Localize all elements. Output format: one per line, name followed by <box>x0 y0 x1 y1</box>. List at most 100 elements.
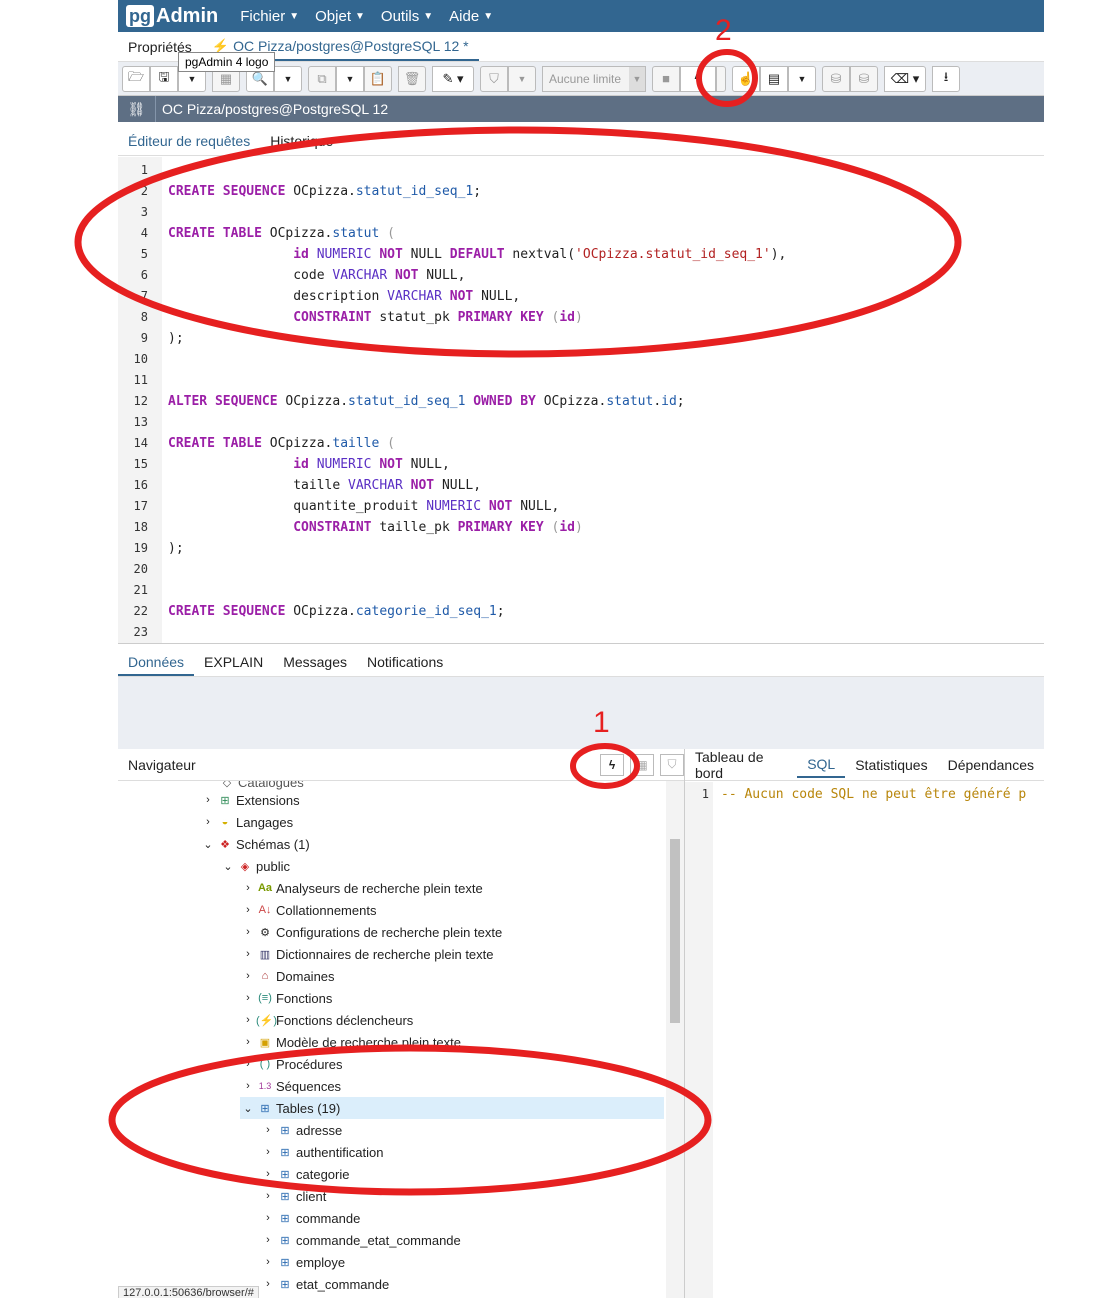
edit-group: ✎ ▾ <box>432 65 474 92</box>
line-number: 8 <box>140 310 148 324</box>
filter-icon: ⛉ <box>667 757 677 771</box>
menu-outils[interactable]: Outils ▼ <box>381 8 433 25</box>
tree-item-extensions[interactable]: › ⊞ Extensions <box>200 789 299 811</box>
tree-scrollbar[interactable] <box>666 781 684 1298</box>
rollback-button[interactable]: ⛁ <box>850 65 878 92</box>
menu-objet-label: Objet <box>315 7 351 25</box>
chevron-down-icon: ▼ <box>355 10 365 22</box>
tree-item-functions[interactable]: › (≡) Fonctions <box>240 987 332 1009</box>
table-icon: ⊞ <box>280 1168 290 1181</box>
connection-label[interactable]: OC Pizza/postgres@PostgreSQL 12 <box>162 101 388 117</box>
tree-item-collations[interactable]: › A↓ Collationnements <box>240 899 376 921</box>
tree-item-table[interactable]: › ⊞ authentification <box>260 1141 383 1163</box>
tree-item-label: etat_commande <box>296 1276 390 1292</box>
grid-icon: ▦ <box>636 757 648 772</box>
delete-button[interactable]: 🗑 <box>398 65 426 92</box>
line-number: 16 <box>133 478 148 492</box>
query-tool-button[interactable]: ϟ <box>600 753 624 776</box>
explain-dropdown-button[interactable]: ▼ <box>788 65 816 92</box>
filter-dropdown-button[interactable]: ▼ <box>508 65 536 92</box>
tab-history[interactable]: Historique <box>260 133 343 155</box>
copy-dropdown-button[interactable]: ▼ <box>336 65 364 92</box>
eraser-icon: ⌫ ▾ <box>890 70 920 86</box>
menu-fichier[interactable]: Fichier ▼ <box>240 8 299 25</box>
tree-item-languages[interactable]: › ◒ Langages <box>200 811 293 833</box>
stop-button[interactable]: ■ <box>652 65 680 92</box>
code-line: 4 CREATE TABLE OCpizza.statut ( <box>118 223 1044 244</box>
transaction-group: ☝ ▤ ▼ <box>732 65 816 92</box>
clear-button[interactable]: ⌫ ▾ <box>884 65 926 92</box>
tree-item-table[interactable]: › ⊞ commande <box>260 1207 360 1229</box>
line-number: 14 <box>133 436 148 450</box>
sql-editor[interactable]: 1 2 CREATE SEQUENCE OCpizza.statut_id_seq… <box>118 157 1044 644</box>
paste-button[interactable]: 📋 <box>364 65 392 92</box>
tab-query-editor[interactable]: Éditeur de requêtes <box>118 133 260 155</box>
tree-item-tables[interactable]: ⌄ ⊞ Tables (19) <box>240 1097 664 1119</box>
execute-button[interactable]: ϟ <box>680 65 716 92</box>
line-number: 21 <box>133 583 148 597</box>
filter-group: ⛉ ▼ <box>480 65 536 92</box>
tree-item-table[interactable]: › ⊞ categorie <box>260 1163 349 1185</box>
tree-item-label: Tables (19) <box>276 1100 341 1116</box>
code-line: 14 CREATE TABLE OCpizza.taille ( <box>118 433 1044 454</box>
tree-item-table[interactable]: › ⊞ employe <box>260 1251 345 1273</box>
tree-item-public[interactable]: ⌄ ◈ public <box>220 855 290 877</box>
sql-gutter <box>685 782 713 1298</box>
tree-item-label: Modèle de recherche plein texte <box>276 1034 462 1050</box>
line-number: 10 <box>133 352 148 366</box>
menu-objet[interactable]: Objet ▼ <box>315 8 365 25</box>
copy-button[interactable]: ⧉ <box>308 65 336 92</box>
chevron-down-icon: ▼ <box>289 10 300 22</box>
filter-button[interactable]: ⛉ <box>480 65 508 92</box>
tree-item-fts-configurations[interactable]: › ⚙ Configurations de recherche plein text… <box>240 921 502 943</box>
explain-options-button[interactable]: ▤ <box>760 65 788 92</box>
explain-button[interactable]: ☝ <box>732 65 760 92</box>
scrollbar-thumb[interactable] <box>670 839 680 1023</box>
tab-messages[interactable]: Messages <box>273 654 357 676</box>
connection-status-icon[interactable]: ⛓ <box>118 96 156 122</box>
save-button[interactable]: 🖫 <box>150 65 178 92</box>
filter-rows-button[interactable]: ⛉ <box>660 753 684 776</box>
tab-sql[interactable]: SQL <box>797 756 846 778</box>
tab-statistics[interactable]: Statistiques <box>845 757 937 773</box>
download-button[interactable]: ⭳ <box>932 65 960 92</box>
tree-item-table[interactable]: › ⊞ adresse <box>260 1119 342 1141</box>
commit-button[interactable]: ⛁ <box>822 65 850 92</box>
tab-notifications[interactable]: Notifications <box>357 654 453 676</box>
tree-item-table[interactable]: › ⊞ etat_commande <box>260 1273 389 1295</box>
annotation-label-1: 1 <box>593 706 610 739</box>
tree-item-fts-dictionaries[interactable]: › ▥ Dictionnaires de recherche plein texte <box>240 943 493 965</box>
tree-item-table[interactable]: › ⊞ commande_etat_commande <box>260 1229 461 1251</box>
code-line: 8 CONSTRAINT statut_pk PRIMARY KEY (id) <box>118 307 1044 328</box>
tree-item-table[interactable]: › ⊞ client <box>260 1185 326 1207</box>
tree-item-domains[interactable]: › ⌂ Domaines <box>240 965 334 987</box>
view-data-button[interactable]: ▦ <box>630 753 654 776</box>
tree-item-fts-templates[interactable]: › ▣ Modèle de recherche plein texte <box>240 1031 461 1053</box>
line-number: 1 <box>701 787 709 801</box>
pgadmin-logo[interactable]: pg Admin <box>126 5 218 28</box>
tree-item-procedures[interactable]: › ( ) Procédures <box>240 1053 342 1075</box>
pencil-icon: ✎ ▾ <box>442 70 464 86</box>
menu-aide[interactable]: Aide ▼ <box>449 8 493 25</box>
tab-explain[interactable]: EXPLAIN <box>194 654 273 676</box>
table-icon: ⊞ <box>280 1256 290 1269</box>
lightning-icon: ϟ <box>608 757 616 772</box>
sql-comment: -- Aucun code SQL ne peut être généré p <box>721 787 1027 802</box>
database-rollback-icon: ⛁ <box>858 70 870 86</box>
tree-item-label: Fonctions déclencheurs <box>276 1012 414 1028</box>
open-file-button[interactable]: 🗁 <box>122 65 150 92</box>
tab-data-output[interactable]: Données <box>118 654 195 676</box>
tree-item-fts-parsers[interactable]: › Aa Analyseurs de recherche plein texte <box>240 877 483 899</box>
tree-item-schemas[interactable]: ⌄ ❖ Schémas (1) <box>200 833 309 855</box>
find-dropdown-button[interactable]: ▼ <box>274 65 302 92</box>
edit-button[interactable]: ✎ ▾ <box>432 65 474 92</box>
tab-dependencies[interactable]: Dépendances <box>938 757 1044 773</box>
chevron-right-icon: › <box>266 1146 270 1158</box>
execute-dropdown-button[interactable] <box>716 65 726 92</box>
tree-item-sequences[interactable]: › 1.3 Séquences <box>240 1075 341 1097</box>
tree-item-trigger-functions[interactable]: › (⚡) Fonctions déclencheurs <box>240 1009 413 1031</box>
row-limit-select[interactable]: Aucune limite ▼ <box>542 65 646 92</box>
code-line: 16 taille VARCHAR NOT NULL, <box>118 475 1044 496</box>
tab-dashboard[interactable]: Tableau de bord <box>685 749 797 781</box>
execute-group: ■ ϟ <box>652 65 726 92</box>
